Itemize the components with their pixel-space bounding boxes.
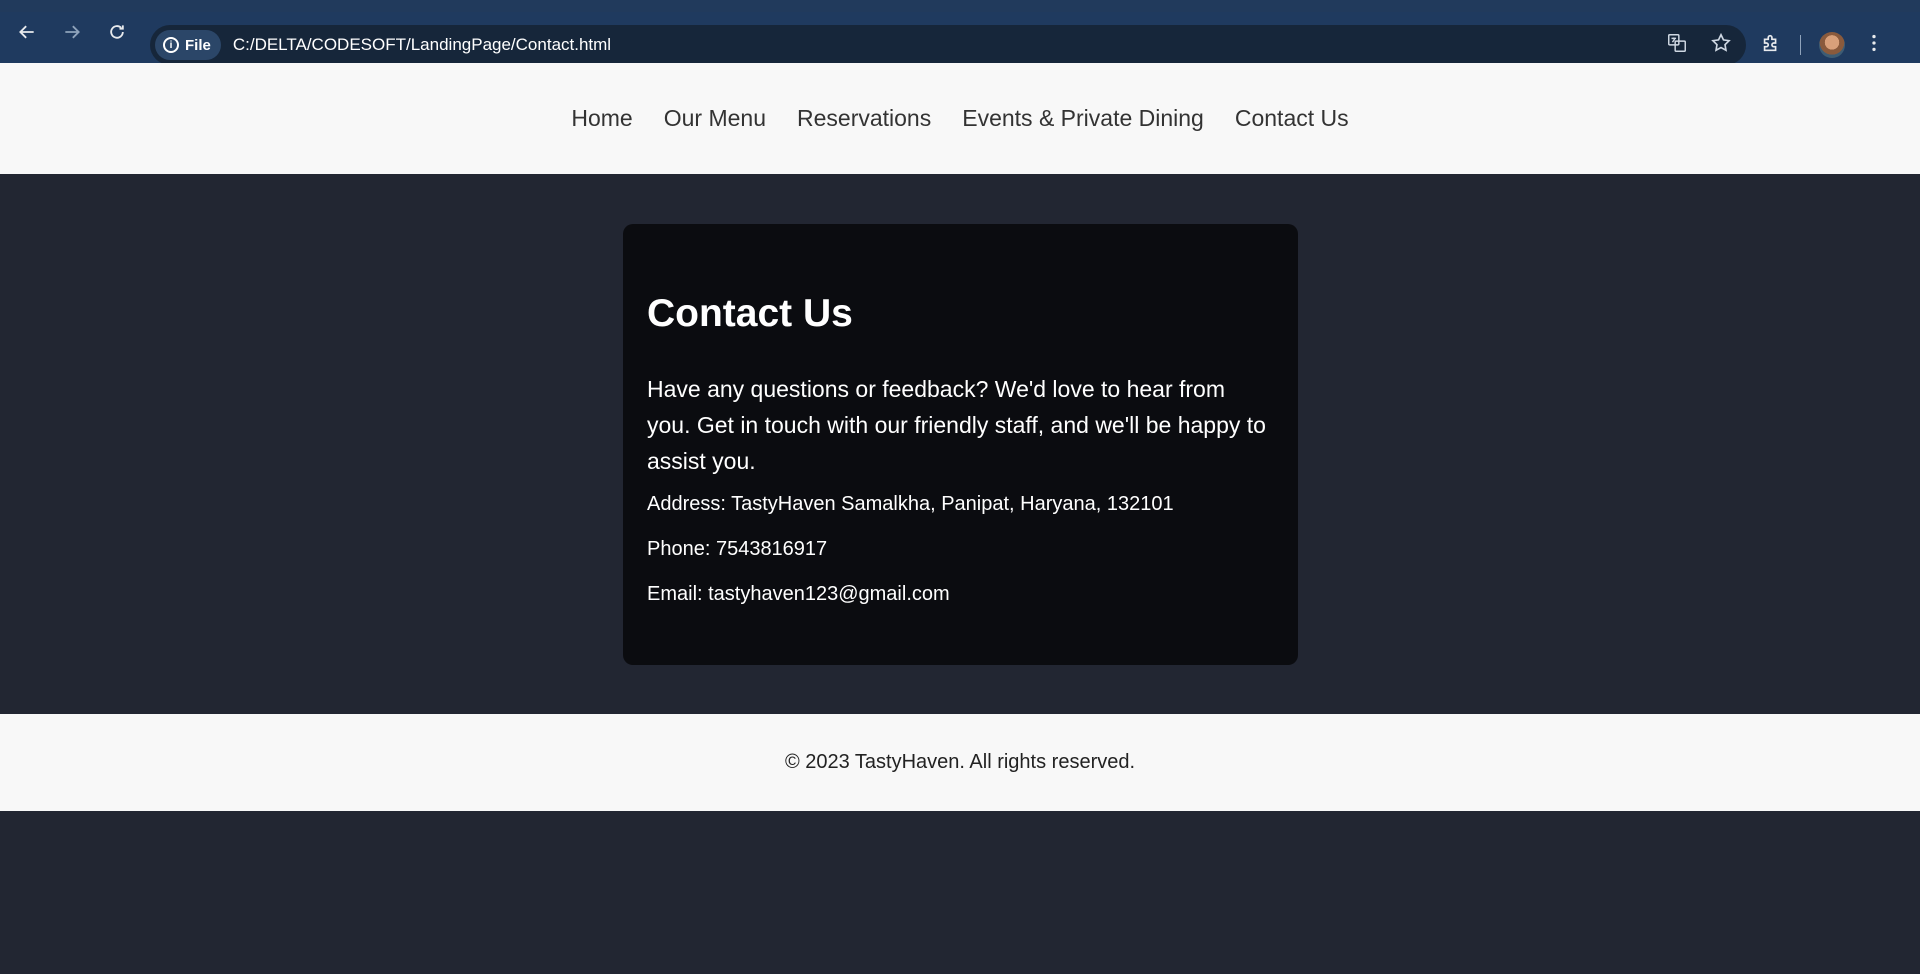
contact-card: Contact Us Have any questions or feedbac… <box>623 224 1298 665</box>
site-info-chip[interactable]: i File <box>155 30 221 60</box>
info-icon: i <box>163 37 179 53</box>
site-footer: © 2023 TastyHaven. All rights reserved. <box>0 714 1920 811</box>
extensions-icon[interactable] <box>1760 32 1782 59</box>
nav-contact-us[interactable]: Contact Us <box>1235 105 1349 132</box>
main-nav: Home Our Menu Reservations Events & Priv… <box>571 105 1348 132</box>
reload-icon[interactable] <box>97 12 137 52</box>
star-icon[interactable] <box>1710 32 1732 59</box>
nav-reservations[interactable]: Reservations <box>797 105 931 132</box>
browser-toolbar: i File C:/DELTA/CODESOFT/LandingPage/Con… <box>0 0 1920 65</box>
url-text[interactable]: C:/DELTA/CODESOFT/LandingPage/Contact.ht… <box>233 35 611 55</box>
translate-icon[interactable] <box>1666 32 1688 59</box>
main-content: Contact Us Have any questions or feedbac… <box>0 174 1920 714</box>
nav-home[interactable]: Home <box>571 105 632 132</box>
menu-icon[interactable] <box>1863 32 1885 59</box>
nav-events[interactable]: Events & Private Dining <box>962 105 1204 132</box>
nav-our-menu[interactable]: Our Menu <box>664 105 766 132</box>
site-header: Home Our Menu Reservations Events & Priv… <box>0 63 1920 174</box>
footer-copyright: © 2023 TastyHaven. All rights reserved. <box>784 751 1136 773</box>
profile-avatar[interactable] <box>1819 32 1845 58</box>
page-bottom-area <box>0 811 1920 974</box>
address-bar[interactable]: i File C:/DELTA/CODESOFT/LandingPage/Con… <box>150 25 1746 65</box>
contact-phone: Phone: 7543816917 <box>647 538 828 560</box>
forward-icon[interactable] <box>52 12 92 52</box>
contact-lead: Have any questions or feedback? We'd lov… <box>647 376 1266 474</box>
toolbar-divider <box>1800 35 1801 55</box>
contact-address: Address: TastyHaven Samalkha, Panipat, H… <box>647 493 1174 515</box>
contact-email: Email: tastyhaven123@gmail.com <box>647 583 950 605</box>
file-chip-label: File <box>185 36 211 54</box>
back-icon[interactable] <box>7 12 47 52</box>
page-title: Contact Us <box>647 292 853 335</box>
